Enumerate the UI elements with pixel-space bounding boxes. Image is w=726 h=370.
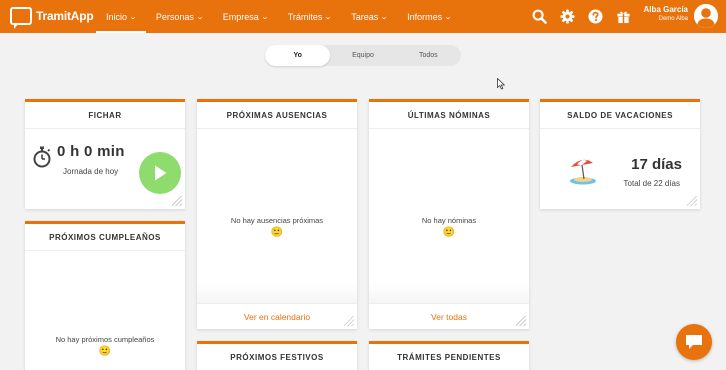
nav-item-tramites[interactable]: Trámites ⌄ [278, 0, 342, 33]
empty-message: No hay próximos cumpleaños [55, 335, 155, 344]
jornada-label: Jornada de hoy [63, 167, 119, 176]
nav-label: Personas [155, 11, 194, 22]
ver-todas-link[interactable]: Ver todas [431, 312, 467, 322]
chevron-down-icon: ⌄ [260, 13, 269, 21]
card-title: FICHAR [25, 102, 185, 129]
vacaciones-card: SALDO DE VACACIONES 17 días Total de 22 … [540, 99, 700, 209]
card-footer: Ver en calendario [197, 303, 357, 329]
top-icon-group [530, 5, 632, 27]
worked-time: 0 h 0 min [57, 143, 125, 160]
resize-handle-icon[interactable] [172, 196, 182, 206]
tab-equipo[interactable]: Equipo [330, 45, 395, 66]
card-title: SALDO DE VACACIONES [540, 102, 700, 129]
fichar-card: FICHAR 0 h 0 min Jornada de hoy [25, 99, 185, 209]
festivos-card: PRÓXIMOS FESTIVOS [197, 341, 357, 370]
gear-icon[interactable] [558, 5, 576, 27]
empty-state: No hay próximos cumpleaños 🙂 [25, 335, 185, 357]
resize-handle-icon[interactable] [344, 316, 354, 326]
resize-handle-icon[interactable] [687, 196, 697, 206]
vacation-days-left: 17 días [631, 156, 682, 173]
chevron-down-icon: ⌄ [324, 13, 333, 21]
mouse-cursor-icon [497, 77, 506, 95]
scroll-fade [369, 283, 529, 303]
nav-item-personas[interactable]: Personas ⌄ [146, 0, 213, 33]
card-footer: Ver todas [369, 303, 529, 329]
nav-item-empresa[interactable]: Empresa ⌄ [213, 0, 278, 33]
card-title: TRÁMITES PENDIENTES [369, 344, 529, 370]
play-icon [155, 165, 167, 181]
user-name: Alba García [643, 5, 688, 14]
tramites-card: TRÁMITES PENDIENTES [369, 341, 529, 370]
chat-bubble-icon [686, 335, 702, 349]
user-company: Demo Alba [658, 16, 688, 22]
chevron-down-icon: ⌄ [128, 13, 138, 21]
scroll-fade [197, 283, 357, 303]
tab-todos[interactable]: Todos [396, 45, 461, 66]
chevron-down-icon: ⌄ [443, 13, 453, 21]
nav-item-informes[interactable]: Informes ⌄ [397, 0, 461, 33]
help-icon[interactable] [586, 5, 604, 27]
empty-message: No hay ausencias próximas [230, 216, 324, 225]
main-nav: Inicio ⌄ Personas ⌄ Empresa ⌄ Trámites ⌄ Tar… [96, 0, 461, 33]
scope-tabs: Yo Equipo Todos [265, 45, 461, 66]
chat-button[interactable] [676, 324, 712, 360]
stopwatch-icon [32, 146, 52, 173]
vacation-days-total: Total de 22 días [623, 179, 680, 188]
tramitapp-logo[interactable]: TramitApp [10, 5, 94, 29]
brand-name: TramitApp [36, 9, 94, 23]
nav-label: Informes [407, 11, 443, 22]
gift-icon[interactable] [614, 5, 632, 27]
empty-state: No hay nóminas 🙂 [369, 216, 529, 238]
smile-emoji-icon: 🙂 [270, 227, 284, 238]
avatar[interactable] [694, 4, 718, 28]
empty-state: No hay ausencias próximas 🙂 [197, 216, 357, 238]
smile-emoji-icon: 🙂 [442, 227, 456, 238]
top-navbar: TramitApp Inicio ⌄ Personas ⌄ Empresa ⌄ Trá… [0, 0, 726, 33]
search-icon[interactable] [530, 5, 548, 27]
tab-yo[interactable]: Yo [265, 45, 331, 66]
card-title: PRÓXIMOS CUMPLEAÑOS [25, 224, 185, 251]
smile-emoji-icon: 🙂 [98, 346, 112, 357]
card-title: PRÓXIMAS AUSENCIAS [197, 102, 357, 129]
nav-item-inicio[interactable]: Inicio ⌄ [96, 0, 146, 33]
nominas-card: ÚLTIMAS NÓMINAS No hay nóminas 🙂 Ver tod… [369, 99, 529, 329]
card-title: ÚLTIMAS NÓMINAS [369, 102, 529, 129]
card-title: PRÓXIMOS FESTIVOS [197, 344, 357, 370]
clock-in-play-button[interactable] [139, 152, 181, 194]
fichar-body: 0 h 0 min Jornada de hoy [25, 132, 185, 209]
resize-handle-icon[interactable] [516, 316, 526, 326]
nav-item-tareas[interactable]: Tareas ⌄ [341, 0, 397, 33]
nav-label: Empresa [222, 11, 259, 22]
nav-label: Inicio [106, 11, 128, 22]
cumpleanos-card: PRÓXIMOS CUMPLEAÑOS No hay próximos cump… [25, 221, 185, 370]
user-info[interactable]: Alba García Demo Alba [640, 5, 688, 22]
chevron-down-icon: ⌄ [380, 13, 389, 21]
nav-label: Tareas [351, 11, 379, 22]
ver-en-calendario-link[interactable]: Ver en calendario [244, 312, 310, 322]
chevron-down-icon: ⌄ [195, 13, 204, 21]
chat-bubble-logo-icon [10, 7, 32, 29]
ausencias-card: PRÓXIMAS AUSENCIAS No hay ausencias próx… [197, 99, 357, 329]
nav-label: Trámites [287, 11, 323, 22]
empty-message: No hay nóminas [421, 216, 477, 225]
